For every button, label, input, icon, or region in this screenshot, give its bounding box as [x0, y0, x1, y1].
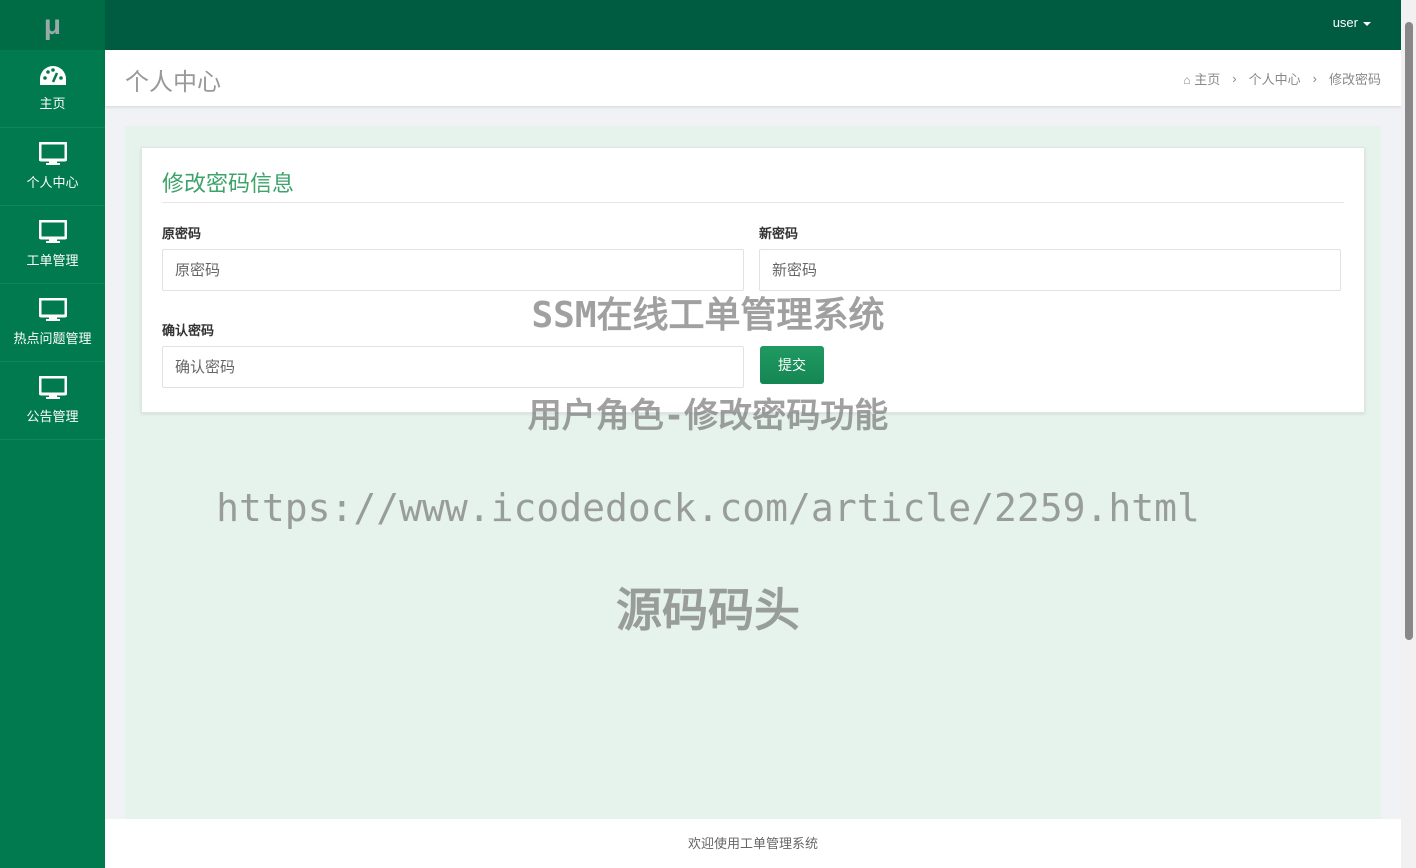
home-icon: ⌂	[1183, 73, 1191, 87]
monitor-icon	[38, 220, 67, 243]
user-menu[interactable]: user	[1333, 15, 1371, 30]
sidebar: μ 主页 个人中心 工单管理 热点问题管理 公告管理	[0, 0, 105, 868]
sidebar-item-label: 公告管理	[26, 409, 79, 424]
confirm-password-label: 确认密码	[162, 323, 215, 338]
topbar: user	[105, 0, 1401, 50]
sidebar-item-label: 工单管理	[26, 253, 79, 268]
sidebar-item-profile[interactable]: 个人中心	[0, 128, 105, 206]
chevron-right-icon: ›	[1312, 71, 1317, 86]
submit-button[interactable]: 提交	[760, 346, 824, 384]
sidebar-item-label: 主页	[39, 96, 66, 111]
dashboard-icon	[39, 66, 66, 85]
username: user	[1332, 15, 1358, 30]
breadcrumb-profile[interactable]: 个人中心	[1249, 69, 1301, 88]
password-form-card: 修改密码信息 原密码 新密码 确认密码 提交	[141, 147, 1365, 413]
monitor-icon	[38, 142, 67, 165]
page-header: 个人中心 ⌂ 主页 › 个人中心 › 修改密码	[105, 50, 1401, 106]
chevron-right-icon: ›	[1232, 71, 1237, 86]
form-title: 修改密码信息	[162, 171, 295, 196]
footer: 欢迎使用工单管理系统	[105, 819, 1401, 868]
monitor-icon	[38, 298, 67, 321]
scrollbar[interactable]	[1401, 0, 1416, 868]
new-password-label: 新密码	[759, 226, 799, 241]
caret-down-icon	[1363, 21, 1371, 26]
breadcrumb: ⌂ 主页 › 个人中心 › 修改密码	[1183, 69, 1381, 88]
sidebar-item-tickets[interactable]: 工单管理	[0, 206, 105, 284]
sidebar-item-label: 热点问题管理	[13, 331, 92, 346]
new-password-input[interactable]	[759, 249, 1341, 291]
content-area: 修改密码信息 原密码 新密码 确认密码 提交	[125, 126, 1381, 826]
sidebar-item-hot-issues[interactable]: 热点问题管理	[0, 284, 105, 362]
sidebar-item-announcements[interactable]: 公告管理	[0, 362, 105, 440]
monitor-icon	[38, 376, 67, 399]
confirm-password-input[interactable]	[162, 346, 744, 388]
page-title: 个人中心	[125, 69, 221, 96]
divider	[162, 202, 1344, 203]
logo: μ	[0, 0, 105, 50]
breadcrumb-home[interactable]: ⌂ 主页	[1183, 69, 1220, 88]
sidebar-item-label: 个人中心	[26, 175, 79, 190]
old-password-label: 原密码	[162, 226, 202, 241]
old-password-input[interactable]	[162, 249, 744, 291]
breadcrumb-current: 修改密码	[1328, 72, 1381, 87]
scrollbar-thumb[interactable]	[1405, 22, 1413, 640]
sidebar-item-home[interactable]: 主页	[0, 50, 105, 128]
